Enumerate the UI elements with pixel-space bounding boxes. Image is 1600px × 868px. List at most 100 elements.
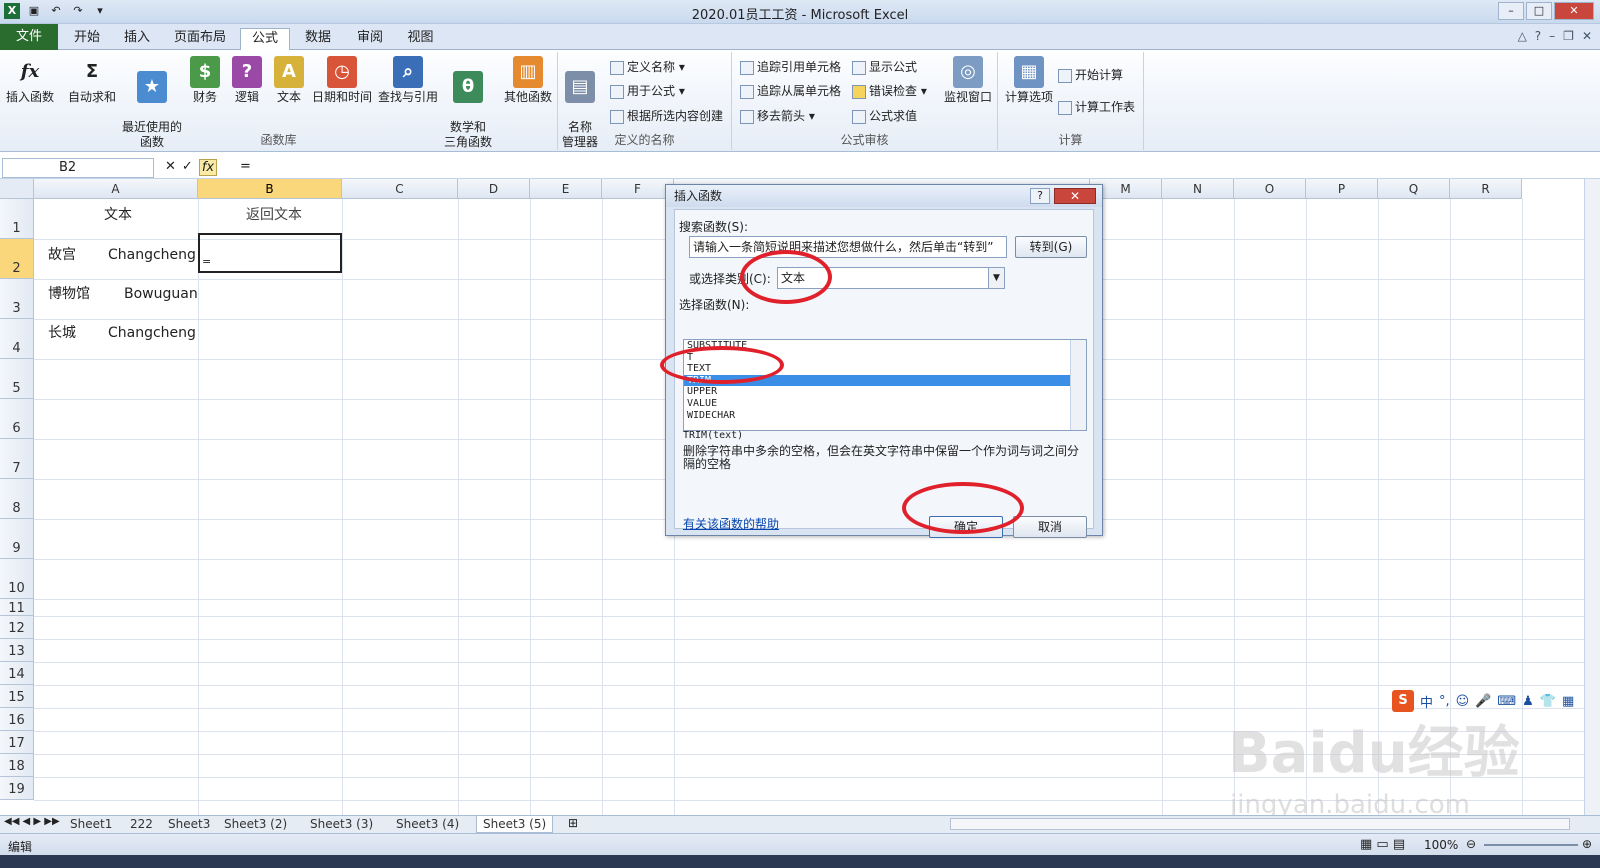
row-header[interactable]: 1: [0, 199, 34, 239]
list-scrollbar[interactable]: [1070, 340, 1086, 430]
row-header[interactable]: 18: [0, 754, 34, 777]
row-header[interactable]: 8: [0, 479, 34, 519]
cancel-button[interactable]: 取消: [1013, 516, 1087, 538]
cell-a4-en[interactable]: Changcheng: [108, 323, 196, 343]
row-header[interactable]: 10: [0, 559, 34, 599]
tab-home[interactable]: 开始: [62, 28, 112, 50]
chevron-down-icon[interactable]: ▼: [988, 268, 1004, 288]
close-button[interactable]: ✕: [1554, 2, 1594, 20]
tab-data[interactable]: 数据: [293, 28, 343, 50]
row-header[interactable]: 15: [0, 685, 34, 708]
name-box[interactable]: B2: [2, 158, 154, 178]
row-header[interactable]: 12: [0, 616, 34, 639]
new-sheet-icon[interactable]: ⊞: [568, 816, 578, 830]
doc-restore-icon[interactable]: ❐: [1563, 29, 1574, 43]
zoom-slider[interactable]: [1484, 844, 1578, 846]
text-functions-button[interactable]: A 文本: [272, 54, 306, 105]
minimize-button[interactable]: –: [1498, 2, 1524, 20]
skin-icon[interactable]: 👕: [1540, 694, 1556, 709]
row-header[interactable]: 6: [0, 399, 34, 439]
row-header[interactable]: 13: [0, 639, 34, 662]
tab-file[interactable]: 文件: [0, 24, 58, 50]
cell-a3-en[interactable]: Bowuguan: [124, 284, 198, 304]
sheet-tab[interactable]: 222: [130, 816, 153, 833]
financial-button[interactable]: $ 财务: [188, 54, 222, 105]
horizontal-scrollbar[interactable]: [950, 818, 1570, 830]
row-header[interactable]: 19: [0, 777, 34, 800]
dialog-close-button[interactable]: ✕: [1054, 188, 1096, 204]
math-trig-button[interactable]: θ 数学和 三角函数: [440, 54, 496, 165]
vertical-scrollbar[interactable]: [1584, 179, 1600, 815]
enter-icon[interactable]: ✓: [182, 159, 193, 176]
create-from-selection-button[interactable]: 根据所选内容创建: [610, 107, 723, 125]
insert-function-icon[interactable]: fx: [198, 159, 218, 176]
row-header[interactable]: 11: [0, 599, 34, 616]
zoom-in-icon[interactable]: ⊕: [1582, 837, 1592, 851]
sheet-tab[interactable]: Sheet3 (3): [310, 816, 373, 833]
datetime-button[interactable]: ◷ 日期和时间: [310, 54, 374, 105]
column-header[interactable]: C: [342, 179, 458, 199]
error-checking-button[interactable]: 错误检查 ▾: [852, 82, 927, 100]
keyboard-icon[interactable]: ⌨: [1497, 694, 1516, 709]
tab-insert[interactable]: 插入: [112, 28, 162, 50]
evaluate-formula-button[interactable]: 公式求值: [852, 107, 917, 125]
tab-view[interactable]: 视图: [398, 28, 443, 50]
formula-input[interactable]: =: [240, 159, 251, 174]
remove-arrows-button[interactable]: 移去箭头 ▾: [740, 107, 815, 125]
zoom-out-icon[interactable]: ⊖: [1466, 837, 1476, 851]
trace-dependents-button[interactable]: 追踪从属单元格: [740, 82, 841, 100]
tab-review[interactable]: 审阅: [345, 28, 395, 50]
row-header[interactable]: 16: [0, 708, 34, 731]
punctuation-icon[interactable]: °,: [1439, 694, 1450, 709]
select-all-corner[interactable]: [0, 179, 34, 199]
goto-button[interactable]: 转到(G): [1015, 236, 1087, 258]
sheet-tab[interactable]: Sheet3 (4): [396, 816, 459, 833]
column-header[interactable]: Q: [1378, 179, 1450, 199]
sheet-nav-arrows-icon[interactable]: ◀◀ ◀ ▶ ▶▶: [4, 816, 60, 827]
doc-minimize-icon[interactable]: –: [1549, 29, 1555, 43]
column-header[interactable]: D: [458, 179, 530, 199]
calc-now-button[interactable]: 开始计算: [1058, 66, 1123, 84]
menu-grid-icon[interactable]: ▦: [1562, 694, 1574, 709]
cell-b1[interactable]: 返回文本: [246, 205, 302, 225]
view-buttons-icon[interactable]: ▦ ▭ ▤: [1360, 837, 1405, 852]
cell-a2-cn[interactable]: 故宫: [48, 245, 76, 265]
collapse-ribbon-icon[interactable]: △: [1518, 29, 1527, 43]
cancel-icon[interactable]: ✕: [165, 159, 176, 176]
insert-function-button[interactable]: fx 插入函数: [4, 54, 56, 105]
row-header[interactable]: 7: [0, 439, 34, 479]
column-header[interactable]: N: [1162, 179, 1234, 199]
more-functions-button[interactable]: ▥ 其他函数: [500, 54, 556, 105]
search-input[interactable]: 请输入一条简短说明来描述您想做什么，然后单击“转到”: [689, 236, 1007, 258]
cell-a1[interactable]: 文本: [104, 205, 132, 225]
name-manager-button[interactable]: ▤ 名称 管理器: [560, 54, 600, 165]
autosum-button[interactable]: Σ 自动求和: [64, 54, 120, 105]
cell-a2-en[interactable]: Changcheng: [108, 245, 196, 265]
column-header[interactable]: P: [1306, 179, 1378, 199]
row-header[interactable]: 3: [0, 279, 34, 319]
maximize-button[interactable]: □: [1526, 2, 1552, 20]
row-header[interactable]: 5: [0, 359, 34, 399]
dialog-help-button[interactable]: ?: [1030, 188, 1050, 204]
watch-window-button[interactable]: ◎ 监视窗口: [940, 54, 996, 105]
column-header[interactable]: E: [530, 179, 602, 199]
column-header[interactable]: A: [34, 179, 198, 199]
zoom-level[interactable]: 100%: [1424, 838, 1458, 852]
row-header[interactable]: 9: [0, 519, 34, 559]
list-item[interactable]: VALUE: [684, 398, 1086, 410]
lookup-button[interactable]: ⌕ 查找与引用: [376, 54, 440, 105]
row-header[interactable]: 4: [0, 319, 34, 359]
sheet-tab[interactable]: Sheet3: [168, 816, 210, 833]
define-name-button[interactable]: 定义名称 ▾: [610, 58, 685, 76]
use-in-formula-button[interactable]: 用于公式 ▾: [610, 82, 685, 100]
calc-sheet-button[interactable]: 计算工作表: [1058, 98, 1135, 116]
microphone-icon[interactable]: 🎤: [1475, 694, 1491, 709]
row-header[interactable]: 2: [0, 239, 34, 279]
help-link[interactable]: 有关该函数的帮助: [683, 515, 779, 532]
sheet-tab[interactable]: Sheet1: [70, 816, 112, 833]
active-cell-b2[interactable]: =: [198, 233, 342, 273]
tab-formulas[interactable]: 公式: [240, 28, 290, 50]
help-icon[interactable]: ?: [1535, 29, 1541, 43]
tab-page-layout[interactable]: 页面布局: [165, 28, 235, 50]
list-item[interactable]: WIDECHAR: [684, 410, 1086, 422]
